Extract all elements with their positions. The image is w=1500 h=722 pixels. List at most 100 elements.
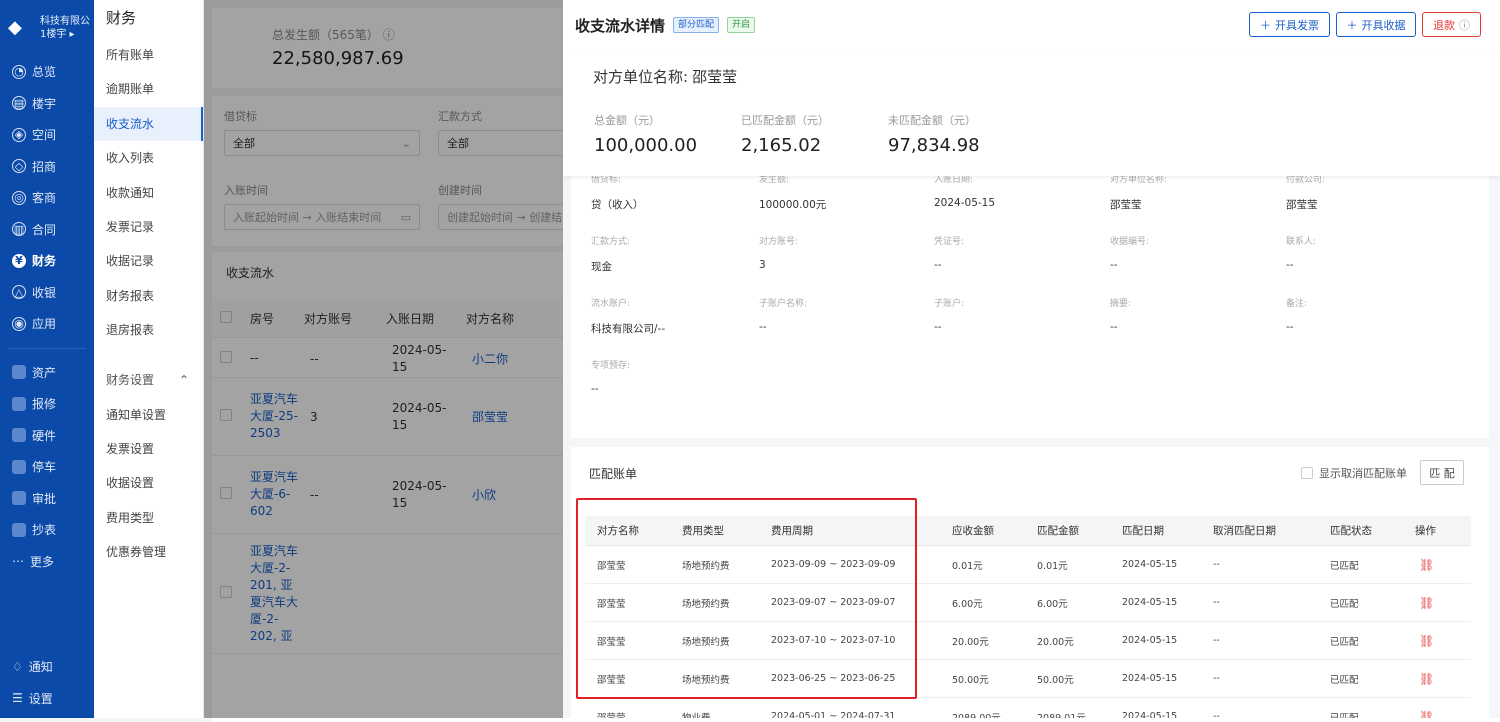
detail-value: 100000.00元 <box>759 199 827 211</box>
app-icon: ◉ <box>12 316 26 331</box>
whale-logo-icon: ◆ <box>8 17 22 38</box>
nav-item-contract[interactable]: ▥ 合同 <box>0 214 94 246</box>
submenu-item[interactable]: 通知单设置 <box>94 398 203 432</box>
bill-cell: 0.01元 <box>1037 560 1068 572</box>
submenu-item[interactable]: 逾期账单 <box>94 72 203 106</box>
nav-item-finance[interactable]: ¥ 财务 <box>0 245 94 277</box>
match-button[interactable]: 匹 配 <box>1420 460 1464 485</box>
table-row: 邵莹莹 场地预约费 2023-09-07 ~ 2023-09-07 6.00元 6.00… <box>585 584 1471 622</box>
drawer-title: 收支流水详情 <box>575 16 666 35</box>
amount-summary: 对方单位名称: 邵莹莹 总金额（元） 100,000.00 已匹配金额（元） 2,… <box>563 50 1500 176</box>
nav-item-collect[interactable]: △ 收银 <box>0 277 94 309</box>
bill-cell: 20.00元 <box>952 636 989 648</box>
approval-icon <box>12 491 26 506</box>
issue-receipt-button[interactable]: ＋开具收据 <box>1336 12 1416 37</box>
submenu-item[interactable]: 费用类型 <box>94 501 203 535</box>
unlink-icon[interactable]: ⛓ <box>1419 622 1434 659</box>
submenu-item[interactable]: 发票记录 <box>94 210 203 244</box>
bill-cell: 已匹配 <box>1330 712 1359 719</box>
plus-icon: ＋ <box>1260 18 1271 32</box>
show-cancelled-checkbox[interactable]: 显示取消匹配账单 <box>1301 465 1407 481</box>
nav-app-repair[interactable]: 报修 <box>0 388 94 420</box>
bill-cell: -- <box>1213 635 1220 646</box>
more-icon: ⋯ <box>12 554 24 569</box>
bill-cell: 50.00元 <box>1037 674 1074 686</box>
bill-cell: 物业费 <box>682 712 711 719</box>
nav-app-hardware[interactable]: 硬件 <box>0 420 94 452</box>
brand-building: 1楼宇 ▸ <box>40 29 75 40</box>
nav-item-merchant[interactable]: ◇ 招商 <box>0 151 94 183</box>
unlink-icon[interactable]: ⛓ <box>1419 584 1434 621</box>
submenu-item[interactable]: 所有账单 <box>94 38 203 72</box>
bill-cell: 20.00元 <box>1037 636 1074 648</box>
submenu-group-finance-settings[interactable]: 财务设置 ⌃ <box>94 362 203 398</box>
bill-cell: 邵莹莹 <box>597 598 626 610</box>
flow-detail-drawer: 收支流水详情 部分匹配 开启 ＋开具发票 ＋开具收据 退款 ⓘ 对方单位名称: 邵莹… <box>563 0 1500 718</box>
column-header: 取消匹配日期 <box>1213 525 1276 537</box>
merchant-icon: ◇ <box>12 159 26 174</box>
nav-item-more[interactable]: ⋯ 更多 <box>0 546 94 578</box>
detail-value: -- <box>934 321 942 333</box>
bill-cell: 0.01元 <box>952 560 983 572</box>
issue-invoice-button[interactable]: ＋开具发票 <box>1249 12 1330 37</box>
submenu-item[interactable]: 退房报表 <box>94 313 203 347</box>
bill-cell: 2024-05-01 ~ 2024-07-31 <box>771 711 896 718</box>
plus-icon: ＋ <box>1346 18 1358 32</box>
bill-cell: 2024-05-15 <box>1122 673 1178 684</box>
nav-item-customer[interactable]: ◎ 客商 <box>0 182 94 214</box>
submenu-item[interactable]: 优惠券管理 <box>94 535 203 569</box>
space-icon: ◈ <box>12 127 26 142</box>
detail-value: -- <box>591 383 599 395</box>
submenu-item[interactable]: 发票设置 <box>94 432 203 466</box>
unlink-icon[interactable]: ⛓ <box>1419 698 1434 719</box>
unmatched-amount-value: 97,834.98 <box>888 135 980 156</box>
submenu-item[interactable]: 收支流水 <box>94 106 203 142</box>
bill-cell: 已匹配 <box>1330 636 1359 648</box>
submenu-item[interactable]: 收款通知 <box>94 176 203 210</box>
bill-cell: 邵莹莹 <box>597 674 626 686</box>
nav-app-parking[interactable]: 停车 <box>0 451 94 483</box>
nav-app-approval[interactable]: 审批 <box>0 483 94 515</box>
building-icon: ▤ <box>12 96 26 111</box>
finance-submenu: 财务 所有账单 逾期账单 收支流水 收入列表 收款通知 发票记录 收据记录 财务报表 退房报表 … <box>94 0 204 718</box>
nav-item-overview[interactable]: ◔ 总览 <box>0 56 94 88</box>
bill-cell: 已匹配 <box>1330 560 1359 572</box>
detail-value: -- <box>1286 259 1294 271</box>
bill-cell: 2023-09-09 ~ 2023-09-09 <box>771 559 896 570</box>
brand-name: 科技有限公 <box>40 16 90 27</box>
refund-button[interactable]: 退款 ⓘ <box>1422 12 1481 37</box>
nav-item-building[interactable]: ▤ 楼宇 <box>0 88 94 120</box>
bill-cell: 邵莹莹 <box>597 636 626 648</box>
submenu-title: 财务 <box>106 9 137 27</box>
submenu-item[interactable]: 财务报表 <box>94 279 203 313</box>
nav-item-space[interactable]: ◈ 空间 <box>0 119 94 151</box>
nav-app-meter[interactable]: 抄表 <box>0 514 94 546</box>
drawer-overlay[interactable] <box>204 0 563 718</box>
nav-item-app[interactable]: ◉ 应用 <box>0 308 94 340</box>
detail-value: 科技有限公司/-- <box>591 323 666 335</box>
bill-cell: 已匹配 <box>1330 598 1359 610</box>
detail-label: 子账户名称: <box>759 299 808 309</box>
detail-value: -- <box>759 321 767 333</box>
detail-value: 3 <box>759 259 766 271</box>
bill-cell: 场地预约费 <box>682 560 730 572</box>
detail-value: -- <box>1286 321 1294 333</box>
submenu-item[interactable]: 收入列表 <box>94 141 203 175</box>
column-header: 费用周期 <box>771 525 813 537</box>
counterparty-title: 对方单位名称: 邵莹莹 <box>593 68 738 86</box>
nav-app-asset[interactable]: 资产 <box>0 357 94 389</box>
bell-icon: ♢ <box>12 659 23 674</box>
unlink-icon[interactable]: ⛓ <box>1419 660 1434 697</box>
detail-value: 2024-05-15 <box>934 197 996 209</box>
bill-cell: 2089.00元 <box>952 712 1001 719</box>
detail-value: -- <box>934 259 942 271</box>
flow-detail-card: 借贷标: 贷（收入） 发生额: 100000.00元 入账日期: 2024-05-15 对方… <box>571 175 1489 438</box>
brand[interactable]: ◆ 科技有限公 1楼宇 ▸ <box>0 0 94 56</box>
nav-item-settings[interactable]: ☰ 设置 <box>0 683 94 715</box>
bill-cell: 2023-06-25 ~ 2023-06-25 <box>771 673 896 684</box>
nav-item-notify[interactable]: ♢ 通知 <box>0 651 94 683</box>
column-header: 应收金额 <box>952 525 994 537</box>
submenu-item[interactable]: 收据记录 <box>94 244 203 278</box>
submenu-item[interactable]: 收据设置 <box>94 466 203 500</box>
unlink-icon[interactable]: ⛓ <box>1419 546 1434 583</box>
